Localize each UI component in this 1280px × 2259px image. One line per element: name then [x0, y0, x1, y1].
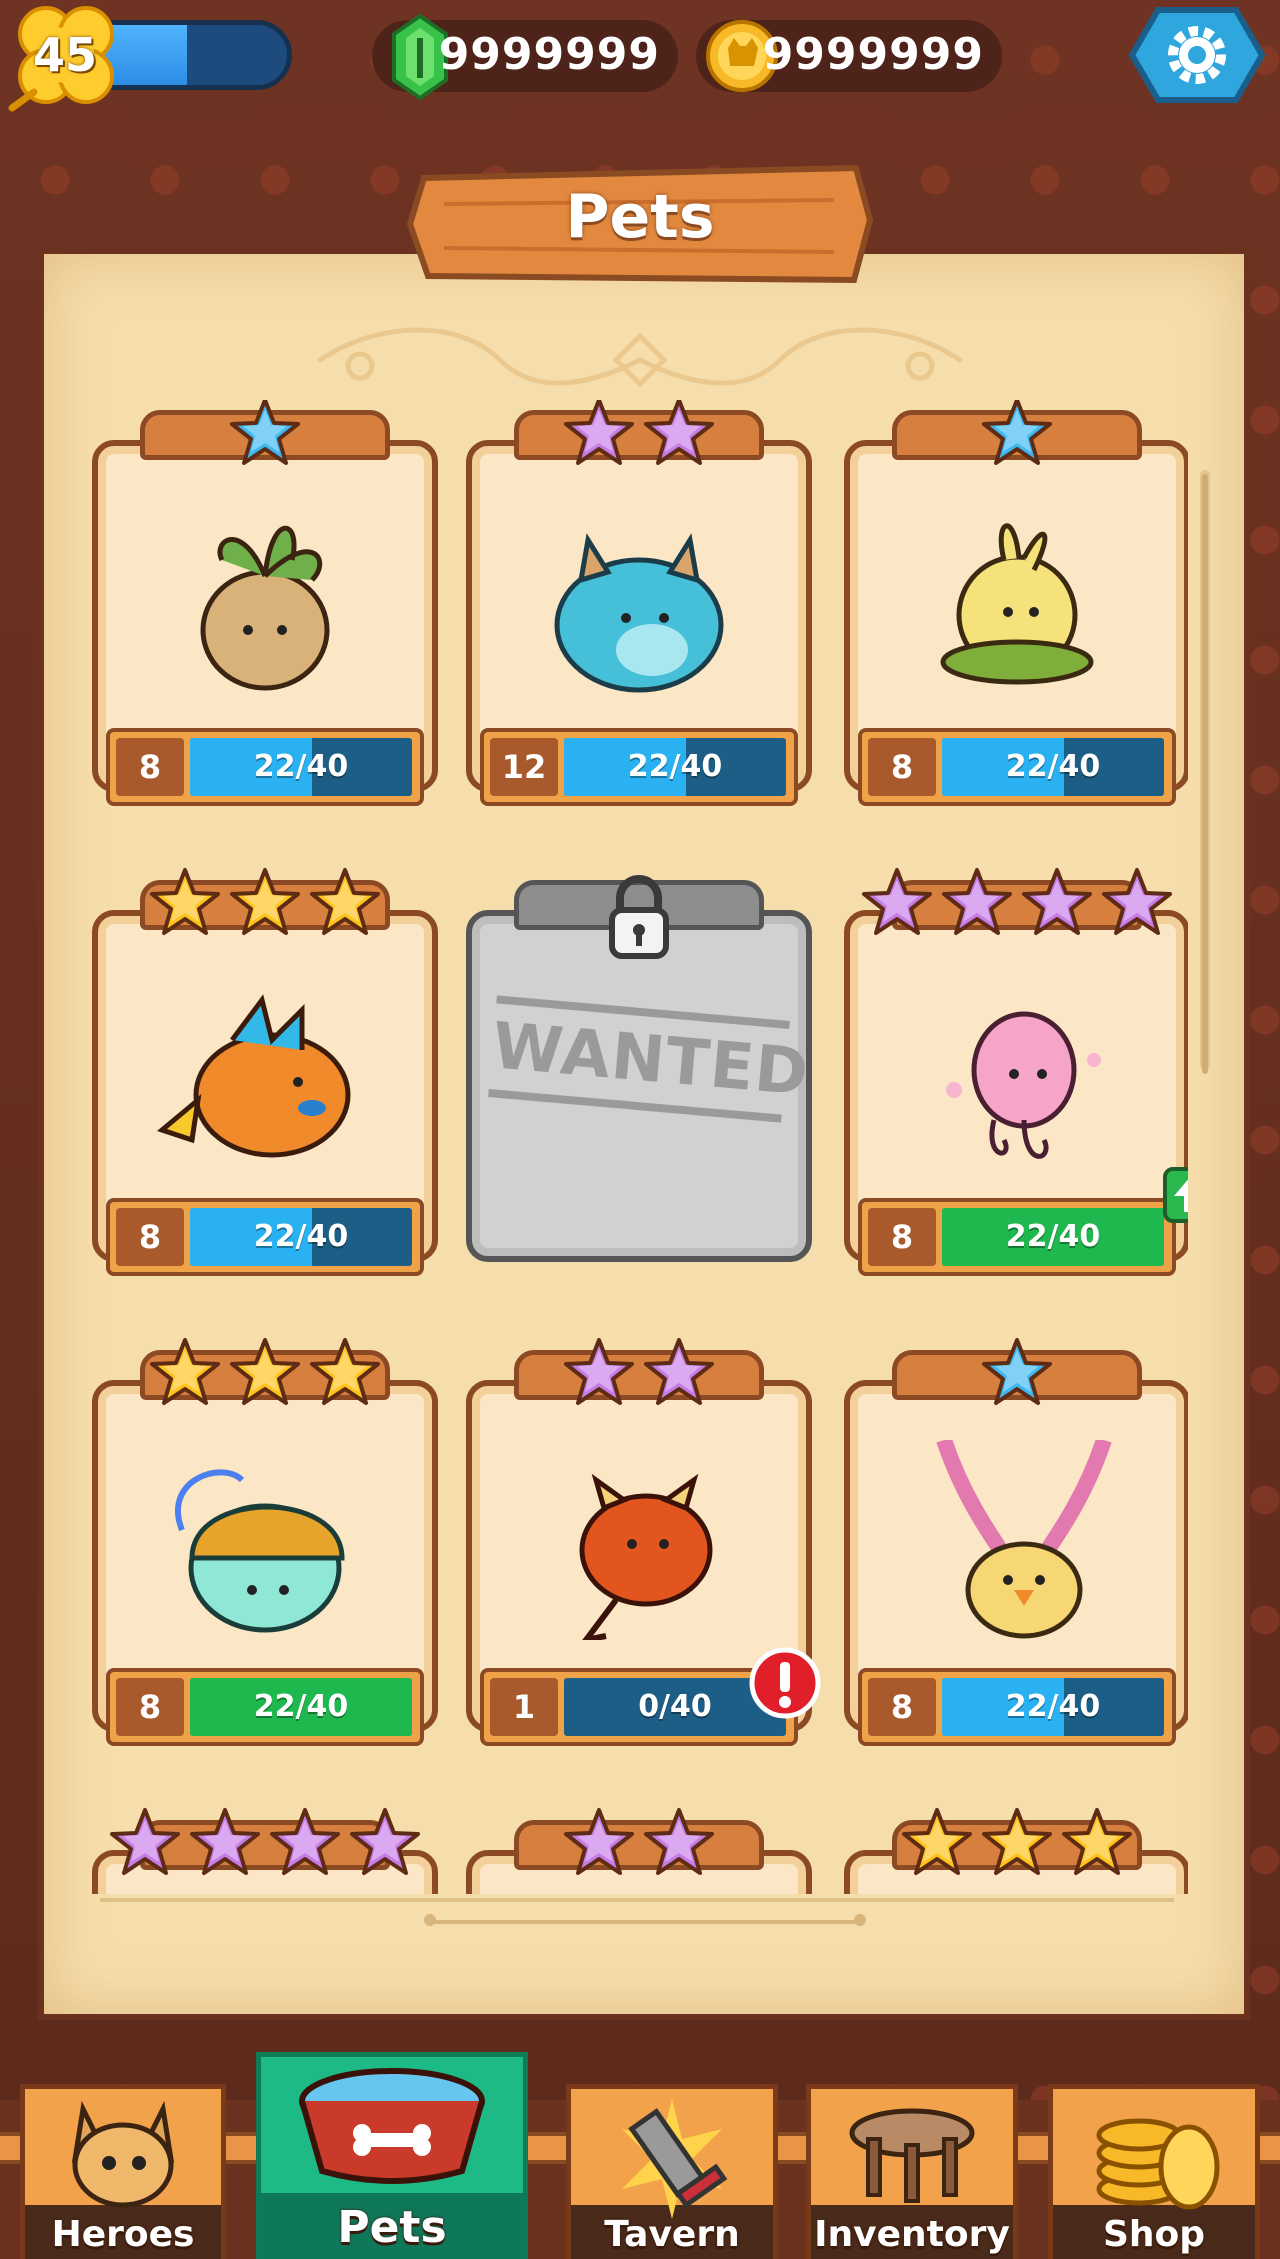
player-level: 45	[32, 28, 97, 82]
pet-card[interactable]: 8 22/40	[844, 400, 1188, 806]
pet-card[interactable]: 12 22/40	[466, 400, 812, 806]
rarity-stars	[92, 868, 438, 944]
pet-xp-bar: 22/40	[190, 738, 412, 796]
pet-level-box: 8	[116, 738, 184, 796]
red-imp-pet	[579, 1473, 713, 1640]
rarity-stars	[92, 1338, 438, 1414]
pet-xp-bar: 22/40	[942, 1208, 1164, 1266]
pet-xp-text: 22/40	[1005, 749, 1101, 784]
pet-level-box: 12	[490, 738, 558, 796]
page-title: Pets	[565, 182, 715, 252]
pet-stats-bar: 8 22/40	[858, 1198, 1176, 1276]
pet-card[interactable]: 8 22/40	[92, 1338, 438, 1746]
rarity-stars	[844, 1808, 1188, 1884]
pet-grid[interactable]: 8 22/40 12 22/40 8 22/40 8 22/40 WANTED 8 22/40 8 22…	[78, 400, 1188, 1894]
coin-counter[interactable]: 9999999	[696, 20, 1002, 92]
helmet-slime-pet	[175, 1469, 345, 1633]
upgrade-arrow-icon[interactable]	[1162, 1166, 1188, 1224]
pet-level-box: 8	[868, 1208, 936, 1266]
pet-stats-bar: 8 22/40	[106, 728, 424, 806]
long-ear-chick-pet	[936, 1440, 1112, 1639]
pet-level: 8	[890, 1218, 914, 1256]
pink-jellyfish-pet	[946, 1011, 1101, 1159]
nav-tab-heroes[interactable]: Heroes	[20, 2084, 226, 2259]
gem-counter[interactable]: 9999999	[372, 14, 678, 100]
onion-sprout-pet	[200, 525, 330, 691]
pet-card[interactable]: 8 22/40	[844, 1338, 1188, 1746]
settings-button[interactable]	[1128, 6, 1266, 104]
pet-level: 8	[138, 1688, 162, 1726]
pet-xp-text: 22/40	[627, 749, 723, 784]
padlock-icon	[609, 875, 669, 959]
rarity-stars	[466, 1808, 812, 1884]
pet-level: 8	[890, 1688, 914, 1726]
nav-tab-shop[interactable]: Shop	[1048, 2084, 1260, 2259]
pet-card[interactable]	[92, 1808, 438, 1894]
rarity-stars	[844, 400, 1188, 474]
rarity-stars	[466, 400, 812, 474]
blue-horned-beast-pet	[554, 533, 724, 693]
locked-pet-card[interactable]: WANTED	[466, 875, 812, 1276]
pet-card[interactable]: 8 22/40	[844, 868, 1188, 1276]
pet-xp-bar: 22/40	[942, 1678, 1164, 1736]
pet-card[interactable]	[844, 1808, 1188, 1894]
nav-tab-pets[interactable]: Pets	[256, 2052, 528, 2259]
nav-tab-label: Heroes	[51, 2214, 195, 2255]
rarity-stars	[92, 1808, 438, 1884]
pet-xp-bar: 22/40	[942, 738, 1164, 796]
ornament-swirl	[317, 327, 963, 388]
pet-xp-bar: 22/40	[190, 1208, 412, 1266]
table-icon	[842, 2099, 982, 2213]
pet-xp-text: 22/40	[253, 1219, 349, 1254]
nav-tab-label: Inventory	[814, 2214, 1010, 2255]
divider-ornament	[424, 1914, 866, 1926]
orange-fish-pet	[156, 994, 351, 1158]
pet-card[interactable]	[466, 1808, 812, 1894]
pet-stats-bar: 8 22/40	[106, 1198, 424, 1276]
pet-level-box: 8	[868, 1678, 936, 1736]
pet-level-box: 1	[490, 1678, 558, 1736]
pet-level: 12	[501, 748, 547, 786]
pet-xp-text: 22/40	[1005, 1689, 1101, 1724]
pet-xp-text: 22/40	[253, 1689, 349, 1724]
nav-tab-label: Shop	[1102, 2214, 1206, 2255]
rarity-stars	[466, 1338, 812, 1414]
divider-line	[100, 1898, 1174, 1902]
pet-level-box: 8	[868, 738, 936, 796]
pet-level-box: 8	[116, 1678, 184, 1736]
pet-xp-bar: 22/40	[190, 1678, 412, 1736]
nav-tab-label: Tavern	[604, 2214, 740, 2255]
leaf-skirt-chick-pet	[940, 523, 1094, 685]
pet-level: 8	[890, 748, 914, 786]
pet-stats-bar: 8 22/40	[106, 1668, 424, 1746]
sword-icon	[602, 2099, 742, 2233]
gem-amount: 9999999	[438, 29, 660, 80]
pet-bowl-icon	[292, 2061, 492, 2195]
rarity-stars	[844, 1338, 1188, 1414]
pet-level: 1	[512, 1688, 536, 1726]
coin-amount: 9999999	[762, 29, 984, 80]
coin-stack-icon	[1084, 2099, 1224, 2223]
pet-card[interactable]: 8 22/40	[92, 400, 438, 806]
pet-stats-bar: 8 22/40	[858, 728, 1176, 806]
cat-hero-icon	[53, 2099, 193, 2213]
nav-tab-label: Pets	[337, 2202, 447, 2253]
rarity-stars	[92, 400, 438, 474]
pet-xp-text: 22/40	[1005, 1219, 1101, 1254]
pet-stats-bar: 12 22/40	[480, 728, 798, 806]
pet-level: 8	[138, 1218, 162, 1256]
pet-stats-bar: 8 22/40	[858, 1668, 1176, 1746]
pet-xp-text: 22/40	[253, 749, 349, 784]
nav-tab-tavern[interactable]: Tavern	[566, 2084, 778, 2259]
pet-card[interactable]: 8 22/40	[92, 868, 438, 1276]
scrollbar-thumb[interactable]	[1202, 474, 1208, 1074]
game-screen: { "hud": { "level": "45", "level_progres…	[0, 0, 1280, 2259]
pet-level-box: 8	[116, 1208, 184, 1266]
rarity-stars	[844, 868, 1188, 944]
nav-tab-inventory[interactable]: Inventory	[806, 2084, 1018, 2259]
pet-level: 8	[138, 748, 162, 786]
pet-card[interactable]: 1 0/40	[466, 1338, 821, 1746]
alert-icon[interactable]	[748, 1646, 822, 1720]
pet-xp-bar: 22/40	[564, 738, 786, 796]
